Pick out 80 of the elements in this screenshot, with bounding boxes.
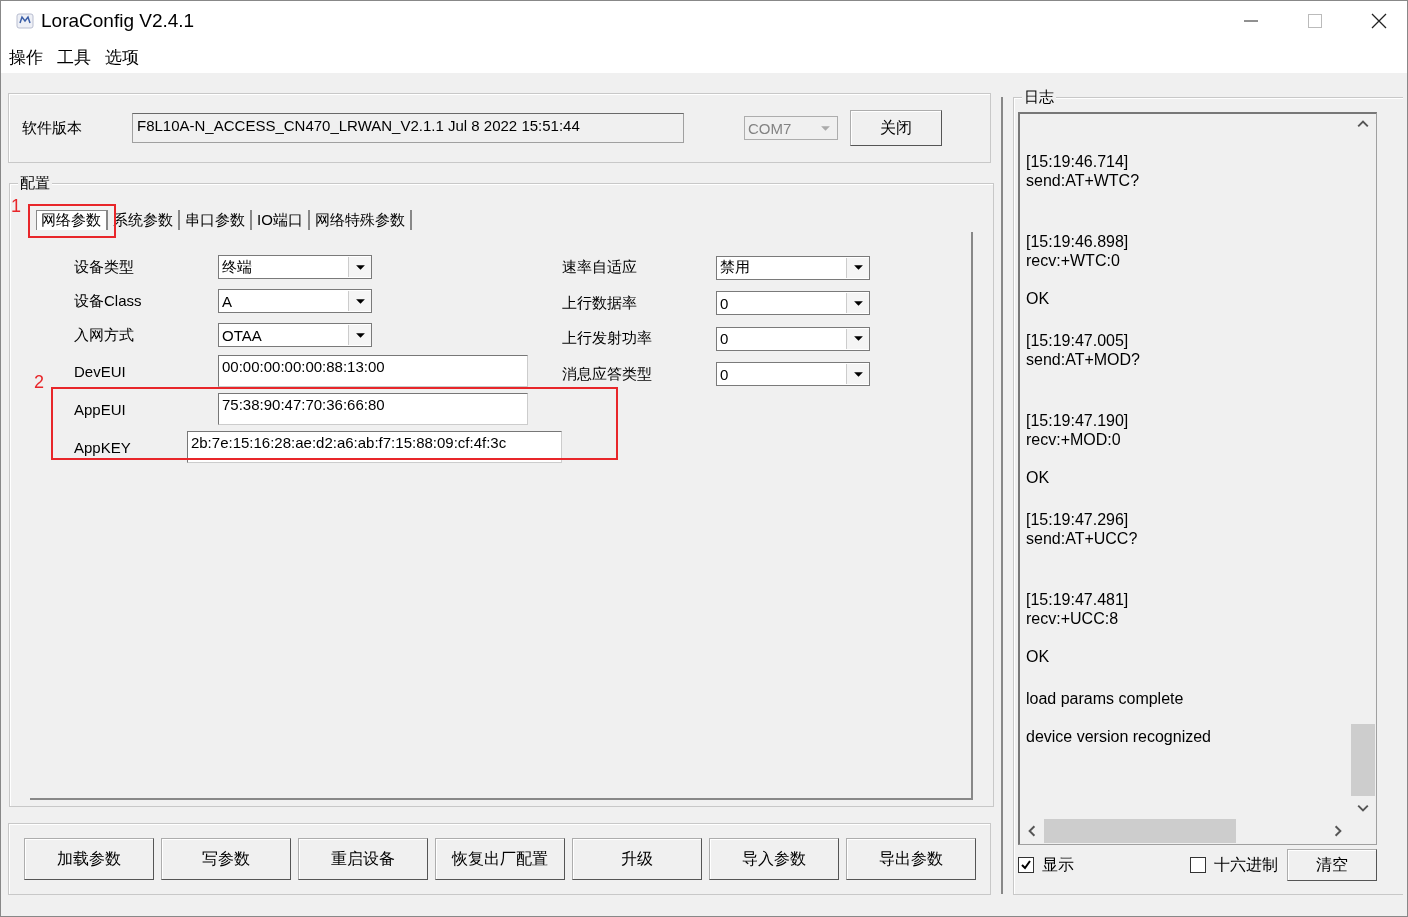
dropdown-arrow-icon	[852, 264, 864, 272]
dropdown-arrow-icon	[354, 263, 366, 271]
field-label: DevEUI	[74, 362, 127, 380]
log-line: load params complete	[1026, 689, 1185, 708]
action-button[interactable]: 导入参数	[709, 838, 839, 880]
dropdown[interactable]: 0	[716, 362, 870, 387]
log-line: [15:19:46.898]	[1026, 232, 1130, 251]
field-label: 消息应答类型	[562, 364, 653, 384]
scrollbar-thumb[interactable]	[1351, 724, 1375, 796]
log-line: send:AT+UCC?	[1026, 529, 1139, 548]
scroll-left-icon[interactable]	[1028, 825, 1036, 837]
close-port-button[interactable]: 关闭	[850, 110, 942, 146]
annotation-number: 2	[34, 372, 44, 393]
input-field[interactable]: 75:38:90:47:70:36:66:80	[218, 393, 528, 425]
field-label: 入网方式	[74, 325, 135, 345]
log-line: OK	[1026, 468, 1051, 487]
dropdown-arrow-icon	[852, 335, 864, 343]
log-line: [15:19:47.481]	[1026, 590, 1130, 609]
dropdown-arrow-icon	[852, 370, 864, 378]
log-line: [15:19:47.190]	[1026, 411, 1130, 430]
close-icon[interactable]	[1371, 13, 1387, 29]
dropdown-arrow-icon	[354, 297, 366, 305]
action-button[interactable]: 写参数	[161, 838, 291, 880]
action-button[interactable]: 恢复出厂配置	[435, 838, 565, 880]
app-icon	[15, 11, 35, 31]
checkbox-label: 十六进制	[1214, 854, 1278, 875]
log-line: recv:+WTC:0	[1026, 251, 1121, 270]
scroll-up-icon[interactable]	[1357, 120, 1369, 128]
checkbox[interactable]	[1190, 857, 1206, 873]
log-line: send:AT+WTC?	[1026, 171, 1141, 190]
log-line: send:AT+MOD?	[1026, 350, 1141, 369]
dropdown[interactable]: 0	[716, 326, 870, 351]
group-title: 日志	[1022, 88, 1056, 107]
dropdown[interactable]: 禁用	[716, 255, 870, 280]
action-button[interactable]: 导出参数	[846, 838, 976, 880]
dropdown[interactable]: 终端	[218, 255, 372, 279]
log-line: [15:19:46.714]	[1026, 152, 1130, 171]
dropdown[interactable]: OTAA	[218, 323, 372, 347]
log-line: [15:19:47.005]	[1026, 331, 1130, 350]
field-label: 设备类型	[74, 257, 135, 277]
scroll-right-icon[interactable]	[1334, 825, 1342, 837]
input-field[interactable]: 00:00:00:00:00:88:13:00	[218, 355, 528, 387]
group-title: 配置	[18, 174, 52, 193]
input-field[interactable]: 2b:7e:15:16:28:ae:d2:a6:ab:f7:15:88:09:cf:4f:3c	[186, 431, 562, 463]
action-button[interactable]: 加载参数	[24, 838, 154, 880]
action-button[interactable]: 升级	[572, 838, 702, 880]
dropdown-arrow-icon	[354, 331, 366, 339]
log-line: OK	[1026, 289, 1051, 308]
dropdown-arrow-icon	[852, 299, 864, 307]
dropdown-arrow-icon	[820, 124, 831, 132]
log-line: recv:+UCC:8	[1026, 609, 1120, 628]
checkbox-label: 显示	[1042, 854, 1074, 875]
log-line: recv:+MOD:0	[1026, 430, 1122, 449]
log-line: [15:19:47.296]	[1026, 510, 1130, 529]
tab[interactable]: IO端口	[252, 210, 310, 230]
field-label: AppEUI	[74, 400, 127, 418]
checkbox[interactable]	[1018, 857, 1034, 873]
tab[interactable]: 网络参数	[36, 210, 108, 230]
field-label: 速率自适应	[562, 258, 638, 278]
dropdown[interactable]: 0	[716, 291, 870, 316]
field-label: 上行发射功率	[562, 329, 653, 349]
menu-item[interactable]: 选项	[105, 45, 139, 69]
field-label: AppKEY	[74, 438, 132, 456]
tab[interactable]: 网络特殊参数	[309, 210, 412, 230]
dropdown[interactable]: A	[218, 289, 372, 313]
annotation-number: 1	[11, 196, 21, 217]
menu-item[interactable]: 操作	[9, 45, 43, 69]
field-label: 上行数据率	[562, 293, 638, 313]
scroll-down-icon[interactable]	[1357, 804, 1369, 812]
version-label: 软件版本	[22, 118, 83, 138]
tab[interactable]: 串口参数	[180, 210, 252, 230]
action-button[interactable]: 重启设备	[298, 838, 428, 880]
field-label: 设备Class	[74, 291, 143, 311]
version-field: F8L10A-N_ACCESS_CN470_LRWAN_V2.1.1 Jul 8 2022 15:51:44	[132, 113, 684, 143]
menu-item[interactable]: 工具	[57, 45, 91, 69]
window-title: LoraConfig V2.4.1	[41, 10, 195, 32]
log-line: device version recognized	[1026, 727, 1212, 746]
scrollbar-thumb[interactable]	[1044, 819, 1236, 843]
log-line: OK	[1026, 647, 1051, 666]
clear-button[interactable]: 清空	[1287, 849, 1377, 881]
